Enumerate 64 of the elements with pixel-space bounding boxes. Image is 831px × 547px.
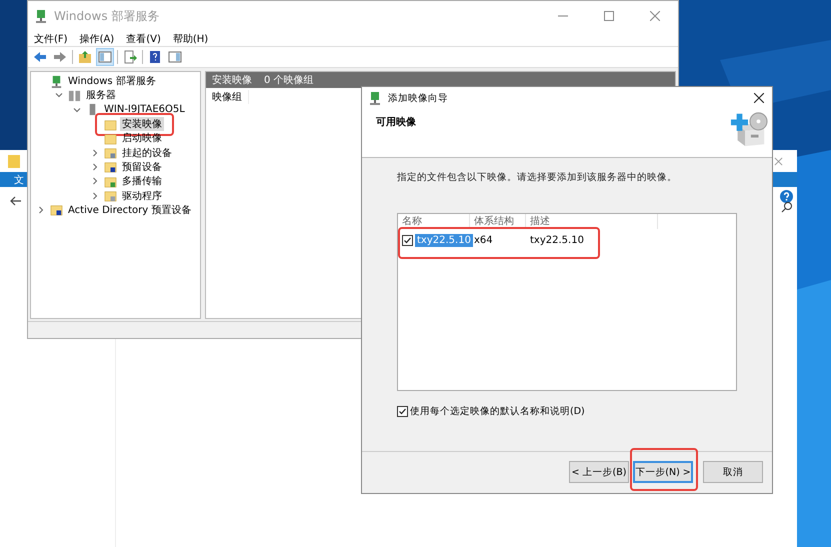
search-icon[interactable] (781, 201, 793, 213)
tree-item[interactable]: 服务器 (84, 88, 118, 102)
group-count: 0 个映像组 (264, 74, 314, 87)
server-icon (50, 74, 63, 88)
page-heading: 可用映像 (376, 116, 416, 129)
chevron-down-icon[interactable] (73, 106, 81, 114)
server-icon (34, 9, 48, 23)
chevron-right-icon[interactable] (91, 162, 99, 171)
table-cell-text: x64 (473, 234, 494, 246)
server-rack-icon (68, 88, 81, 102)
chevron-right-icon[interactable] (91, 148, 99, 157)
tree-item[interactable]: WIN-I9JTAE6O5L (102, 104, 187, 116)
folder-icon (104, 132, 117, 145)
folder-icon (8, 154, 20, 168)
wizard-button[interactable]: < 上一步(B) (569, 461, 629, 483)
menu-item[interactable]: 查看(V) (126, 32, 161, 46)
tree-item[interactable]: 驱动程序 (120, 188, 164, 203)
chevron-down-icon[interactable] (55, 91, 63, 100)
tree-item[interactable]: 安装映像 (120, 117, 164, 132)
folder-icon (104, 160, 117, 174)
folder-icon (104, 118, 117, 131)
window-title: Windows 部署服务 (54, 8, 160, 24)
chevron-right-icon[interactable] (37, 206, 45, 214)
checkbox[interactable] (402, 234, 413, 246)
checkbox[interactable] (397, 406, 408, 417)
export-icon[interactable] (122, 49, 138, 65)
folder-icon (104, 174, 117, 188)
tree-item[interactable]: Active Directory 预置设备 (66, 202, 194, 217)
back-arrow-icon[interactable] (10, 196, 22, 206)
chevron-right-icon[interactable] (91, 177, 99, 186)
help-icon[interactable] (147, 49, 163, 65)
back-arrow-icon[interactable] (32, 49, 48, 65)
table-cell-text: txy22.5.10 (529, 234, 585, 246)
menu-item[interactable]: 操作(A) (80, 32, 114, 46)
tree-item[interactable]: Windows 部署服务 (66, 74, 158, 88)
column-header[interactable]: 描述 (526, 214, 658, 229)
column-header[interactable]: 映像组 (206, 90, 249, 104)
action-pane-icon[interactable] (167, 49, 183, 65)
tree-item[interactable]: 启动映像 (120, 131, 164, 146)
column-header[interactable]: 体系结构 (470, 214, 526, 229)
folder-icon (104, 146, 117, 160)
menu-item[interactable]: 文件(F) (34, 32, 68, 46)
tree-item[interactable]: 挂起的设备 (120, 146, 174, 160)
pane-title: 安装映像 (212, 74, 252, 87)
wizard-button[interactable]: 下一步(N) > (633, 461, 693, 483)
checkbox-label[interactable]: 使用每个选定映像的默认名称和说明(D) (410, 405, 585, 418)
wizard-button[interactable]: 取消 (703, 461, 763, 483)
dialog-title: 添加映像向导 (388, 92, 449, 104)
maximize-icon[interactable] (604, 11, 614, 21)
chevron-right-icon[interactable] (91, 192, 99, 200)
console-tree-icon[interactable] (97, 49, 113, 65)
close-icon[interactable] (754, 93, 764, 103)
menu-item[interactable]: 帮助(H) (172, 32, 208, 46)
tree-item[interactable]: 预留设备 (120, 160, 164, 174)
ribbon-tab[interactable]: 文 (14, 172, 24, 186)
tree-item[interactable]: 多播传输 (120, 174, 164, 188)
instruction-text: 指定的文件包含以下映像。请选择要添加到该服务器中的映像。 (397, 171, 678, 184)
server-icon (368, 91, 382, 105)
help-icon[interactable] (780, 190, 793, 203)
column-header[interactable]: 名称 (398, 214, 470, 229)
folder-up-icon[interactable] (77, 49, 93, 65)
folder-icon (104, 189, 117, 202)
forward-arrow-icon[interactable] (52, 49, 68, 65)
folder-icon (50, 203, 63, 216)
